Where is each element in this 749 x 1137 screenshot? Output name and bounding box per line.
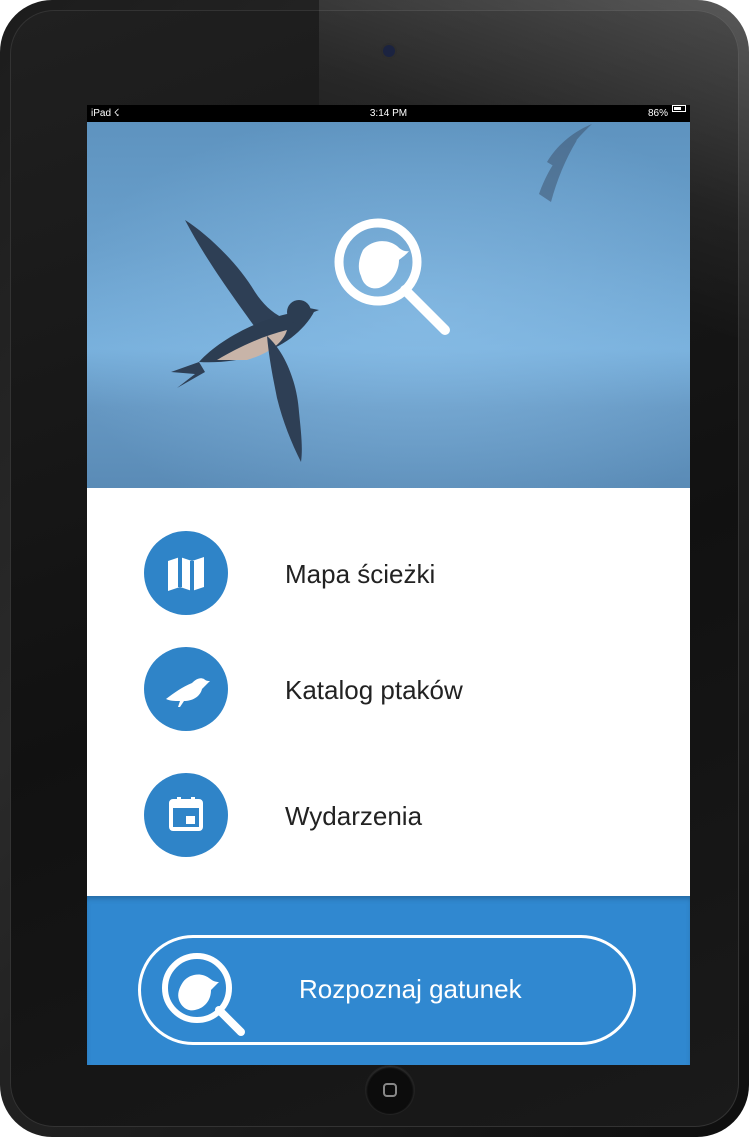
- status-time: 3:14 PM: [369, 108, 408, 119]
- menu-item-bird-catalog[interactable]: Katalog ptaków: [87, 647, 690, 737]
- recognize-species-button[interactable]: Rozpoznaj gatunek: [138, 935, 636, 1045]
- front-camera: [383, 45, 395, 57]
- app-screen: iPad ☇ 3:14 PM 86% Mapa ścieżki Katalog …: [87, 105, 690, 1065]
- bird-magnifier-icon: [162, 953, 245, 1036]
- calendar-icon: [144, 773, 228, 857]
- home-button[interactable]: [366, 1066, 414, 1114]
- recognize-species-label: Rozpoznaj gatunek: [299, 974, 522, 1004]
- menu-label-map: Mapa ścieżki: [285, 559, 436, 589]
- menu-item-map[interactable]: Mapa ścieżki: [87, 531, 690, 621]
- battery-icon: [672, 105, 686, 112]
- bird-icon: [144, 647, 228, 731]
- tablet-frame: iPad ☇ 3:14 PM 86% Mapa ścieżki Katalog …: [0, 0, 749, 1137]
- menu-label-events: Wydarzenia: [285, 801, 423, 831]
- menu-item-events[interactable]: Wydarzenia: [87, 773, 690, 863]
- status-bar: iPad ☇ 3:14 PM 86%: [87, 105, 690, 122]
- map-icon: [144, 531, 228, 615]
- hero-banner: [87, 122, 690, 488]
- swallow-photo: [87, 122, 690, 488]
- status-battery-percent: 86%: [647, 108, 668, 119]
- menu-label-bird-catalog: Katalog ptaków: [285, 675, 463, 705]
- bottom-action-bar: Rozpoznaj gatunek: [87, 896, 690, 1065]
- main-menu: Mapa ścieżki Katalog ptaków Wydarzenia: [87, 488, 690, 896]
